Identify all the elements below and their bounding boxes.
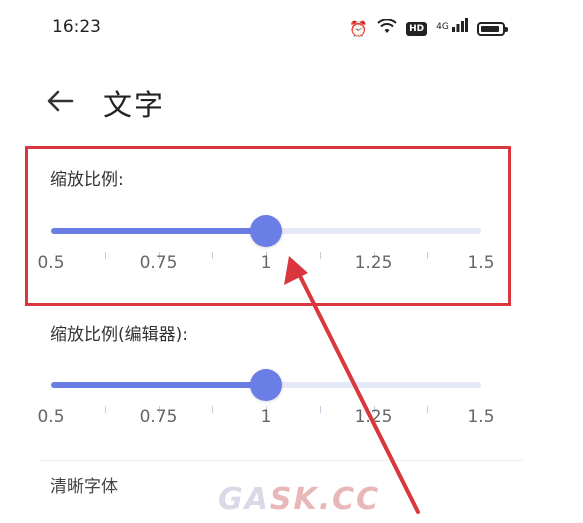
watermark-logo: GASK.CC xyxy=(218,482,380,517)
annotation-arrow xyxy=(284,256,420,514)
watermark-part-1: GA xyxy=(218,482,270,517)
watermark-part-2: SK.CC xyxy=(269,482,381,517)
